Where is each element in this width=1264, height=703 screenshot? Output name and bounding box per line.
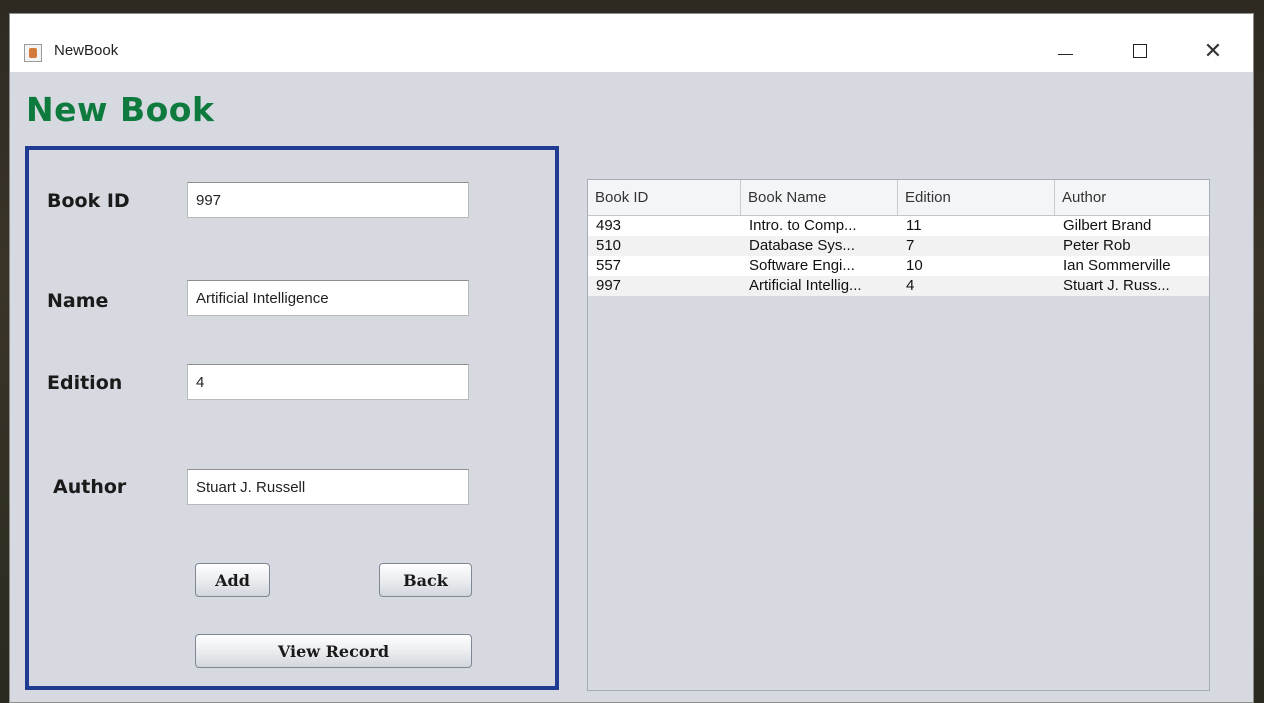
book-form-panel: Book ID 997 Name Artificial Intelligence…	[25, 146, 559, 690]
author-label: Author	[53, 476, 127, 498]
title-bar: NewBook ✕	[10, 14, 1253, 72]
table-header: Book ID Book Name Edition Author	[588, 180, 1209, 216]
table-row[interactable]: 493 Intro. to Comp... 11 Gilbert Brand	[588, 216, 1209, 236]
minimize-button[interactable]	[1045, 34, 1085, 68]
cell-edition: 4	[906, 277, 915, 294]
view-record-button[interactable]: View Record	[195, 634, 472, 668]
author-field[interactable]: Stuart J. Russell	[187, 469, 469, 505]
table-row[interactable]: 557 Software Engi... 10 Ian Sommerville	[588, 256, 1209, 276]
close-button[interactable]: ✕	[1193, 34, 1233, 68]
app-window: NewBook ✕ New Book Book ID 997 Name Arti…	[9, 13, 1254, 703]
cell-book-name: Intro. to Comp...	[749, 217, 857, 234]
cell-author: Ian Sommerville	[1063, 257, 1171, 274]
cell-author: Stuart J. Russ...	[1063, 277, 1170, 294]
column-header-edition[interactable]: Edition	[898, 180, 1055, 215]
column-header-book-name[interactable]: Book Name	[741, 180, 898, 215]
books-table[interactable]: Book ID Book Name Edition Author 493 Int…	[587, 179, 1210, 691]
cell-book-id: 997	[596, 277, 622, 294]
page-title: New Book	[26, 90, 215, 129]
book-id-label: Book ID	[47, 190, 130, 212]
cell-author: Gilbert Brand	[1063, 217, 1152, 234]
cell-book-name: Software Engi...	[749, 257, 855, 274]
book-id-field[interactable]: 997	[187, 182, 469, 218]
column-header-book-id[interactable]: Book ID	[588, 180, 741, 215]
maximize-icon	[1133, 44, 1147, 58]
cell-edition: 7	[906, 237, 915, 254]
cell-book-id: 557	[596, 257, 622, 274]
cell-book-id: 493	[596, 217, 622, 234]
add-button[interactable]: Add	[195, 563, 270, 597]
java-app-icon	[24, 44, 42, 62]
edition-label: Edition	[47, 372, 123, 394]
table-row[interactable]: 997 Artificial Intellig... 4 Stuart J. R…	[588, 276, 1209, 296]
name-label: Name	[47, 290, 109, 312]
maximize-button[interactable]	[1120, 34, 1160, 68]
cell-book-name: Artificial Intellig...	[749, 277, 862, 294]
column-header-author[interactable]: Author	[1055, 180, 1210, 215]
cell-edition: 11	[906, 217, 922, 234]
window-title: NewBook	[54, 42, 119, 59]
close-icon: ✕	[1203, 38, 1223, 63]
minimize-icon	[1057, 53, 1073, 55]
cell-edition: 10	[906, 257, 923, 274]
name-field[interactable]: Artificial Intelligence	[187, 280, 469, 316]
table-row[interactable]: 510 Database Sys... 7 Peter Rob	[588, 236, 1209, 256]
cell-book-name: Database Sys...	[749, 237, 855, 254]
cell-author: Peter Rob	[1063, 237, 1131, 254]
back-button[interactable]: Back	[379, 563, 472, 597]
cell-book-id: 510	[596, 237, 622, 254]
edition-field[interactable]: 4	[187, 364, 469, 400]
